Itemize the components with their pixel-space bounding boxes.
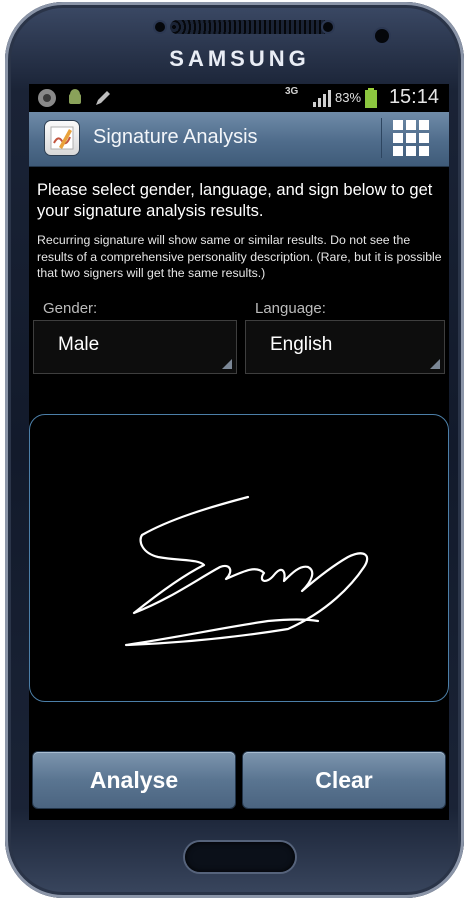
action-bar-divider xyxy=(381,118,382,158)
clock: 15:14 xyxy=(388,86,439,108)
action-bar: Signature Analysis xyxy=(29,112,449,167)
status-bar: 3G 83% 15:14 xyxy=(29,84,449,112)
disclaimer-text: Recurring signature will show same or si… xyxy=(37,233,442,280)
analyse-button[interactable]: Analyse xyxy=(33,752,235,808)
pencil-icon xyxy=(96,91,110,105)
brand-logo: SAMSUNG xyxy=(169,46,310,71)
battery-percent: 83% xyxy=(335,90,362,105)
home-button[interactable] xyxy=(185,842,295,872)
clear-button[interactable]: Clear xyxy=(243,752,445,808)
language-value: English xyxy=(270,334,333,355)
signature-pad[interactable] xyxy=(29,414,449,702)
dropdown-arrow-icon xyxy=(222,359,232,369)
gender-spinner[interactable]: Male xyxy=(33,320,237,374)
app-title: Signature Analysis xyxy=(93,126,258,148)
gender-label: Gender: xyxy=(43,300,98,317)
chrome-icon xyxy=(38,89,56,107)
android-debug-icon xyxy=(69,89,81,104)
language-label: Language: xyxy=(255,300,326,317)
earpiece-speaker xyxy=(170,20,330,34)
phone-frame: SAMSUNG 3G 83% 15:14 Signature Analysis … xyxy=(5,2,464,898)
battery-icon xyxy=(365,88,377,108)
screen: 3G 83% 15:14 Signature Analysis Please s… xyxy=(29,84,449,820)
gender-value: Male xyxy=(58,334,100,355)
sensor-dot-left xyxy=(155,22,165,32)
language-spinner[interactable]: English xyxy=(245,320,445,374)
app-icon xyxy=(45,121,79,155)
signal-icon xyxy=(313,90,331,107)
network-type: 3G xyxy=(285,86,299,97)
signature-stroke xyxy=(124,495,369,647)
grid-icon[interactable] xyxy=(391,118,431,158)
dropdown-arrow-icon xyxy=(430,359,440,369)
sensor-dot-right xyxy=(323,22,333,32)
instructions-text: Please select gender, language, and sign… xyxy=(37,181,433,220)
front-camera xyxy=(375,29,389,43)
